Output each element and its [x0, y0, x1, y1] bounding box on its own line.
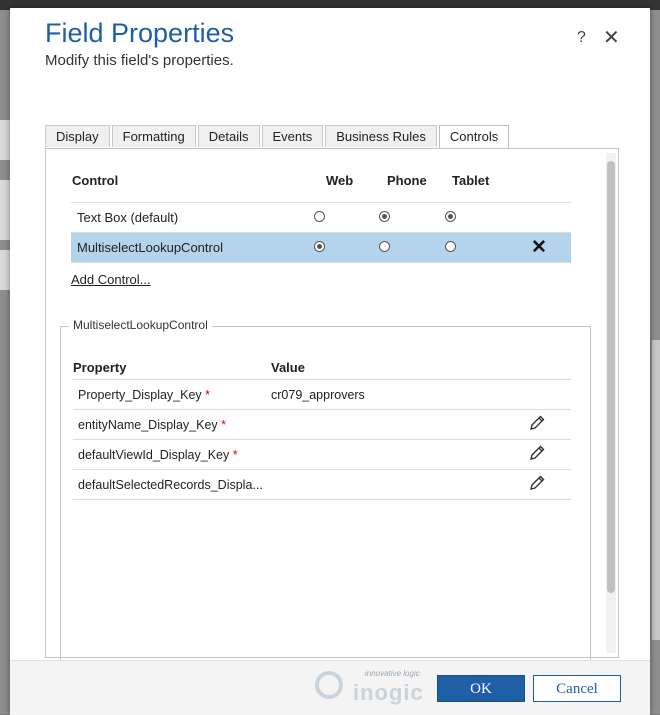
- control-row-textbox[interactable]: Text Box (default): [71, 203, 571, 233]
- logo-name: inogic: [353, 680, 424, 705]
- property-label: Property_Display_Key: [78, 388, 202, 402]
- column-header-phone: Phone: [387, 173, 427, 188]
- field-properties-dialog: Field Properties Modify this field's pro…: [10, 8, 650, 715]
- property-row[interactable]: defaultViewId_Display_Key *: [73, 440, 571, 470]
- property-name: defaultViewId_Display_Key *: [78, 448, 238, 462]
- property-name: Property_Display_Key *: [78, 388, 210, 402]
- column-header-control: Control: [72, 173, 119, 188]
- control-name: MultiselectLookupControl: [77, 240, 223, 255]
- column-header-tablet: Tablet: [452, 173, 490, 188]
- property-row[interactable]: defaultSelectedRecords_Displa...: [73, 470, 571, 500]
- phone-radio[interactable]: [379, 211, 390, 222]
- tab-events[interactable]: Events: [261, 125, 324, 147]
- background-panel: [652, 340, 660, 640]
- dialog-subtitle: Modify this field's properties.: [45, 52, 234, 69]
- control-properties-group: MultiselectLookupControl Property Value …: [60, 318, 591, 671]
- vertical-scrollbar[interactable]: [606, 153, 616, 653]
- column-header-value: Value: [271, 360, 305, 375]
- controls-panel: Control Web Phone Tablet Text Box (defau…: [45, 148, 619, 671]
- dialog-footer: innovative logic inogic OK Cancel: [10, 660, 650, 715]
- ok-button[interactable]: OK: [437, 675, 525, 702]
- required-mark: *: [232, 448, 238, 462]
- tab-display[interactable]: Display: [45, 125, 110, 147]
- group-legend: MultiselectLookupControl: [69, 318, 212, 332]
- web-radio[interactable]: [314, 211, 325, 222]
- tablet-radio[interactable]: [445, 241, 456, 252]
- required-mark: *: [205, 388, 211, 402]
- control-row-multiselect[interactable]: MultiselectLookupControl ✕: [71, 233, 571, 263]
- column-header-property: Property: [73, 360, 127, 375]
- tab-controls[interactable]: Controls: [438, 125, 510, 149]
- tab-formatting[interactable]: Formatting: [111, 125, 196, 147]
- property-row[interactable]: Property_Display_Key * cr079_approvers: [73, 380, 571, 410]
- scrollbar-thumb[interactable]: [607, 161, 615, 593]
- add-control-link[interactable]: Add Control...: [71, 272, 151, 287]
- tab-bar: Display Formatting Details Events Busine…: [45, 125, 511, 149]
- column-header-web: Web: [326, 173, 354, 188]
- property-name: entityName_Display_Key *: [78, 418, 226, 432]
- inogic-logo: innovative logic inogic: [315, 667, 430, 707]
- close-icon[interactable]: ✕: [603, 25, 620, 50]
- property-row[interactable]: entityName_Display_Key *: [73, 410, 571, 440]
- control-name: Text Box (default): [77, 210, 179, 225]
- property-label: entityName_Display_Key: [78, 418, 218, 432]
- tab-business-rules[interactable]: Business Rules: [325, 125, 437, 147]
- remove-control-icon[interactable]: ✕: [531, 236, 547, 259]
- phone-radio[interactable]: [379, 241, 390, 252]
- tablet-radio[interactable]: [445, 211, 456, 222]
- logo-mark: [315, 671, 343, 699]
- web-radio[interactable]: [314, 241, 325, 252]
- pencil-icon[interactable]: [528, 474, 546, 492]
- logo-tagline: innovative logic: [365, 669, 420, 678]
- pencil-icon[interactable]: [528, 414, 546, 432]
- property-label: defaultViewId_Display_Key: [78, 448, 230, 462]
- help-icon[interactable]: ?: [577, 29, 586, 47]
- tab-details[interactable]: Details: [197, 125, 260, 147]
- property-name: defaultSelectedRecords_Displa...: [78, 478, 263, 492]
- cancel-button[interactable]: Cancel: [533, 675, 621, 702]
- property-value: cr079_approvers: [271, 388, 365, 402]
- dialog-title: Field Properties: [45, 18, 235, 48]
- pencil-icon[interactable]: [528, 444, 546, 462]
- required-mark: *: [221, 418, 227, 432]
